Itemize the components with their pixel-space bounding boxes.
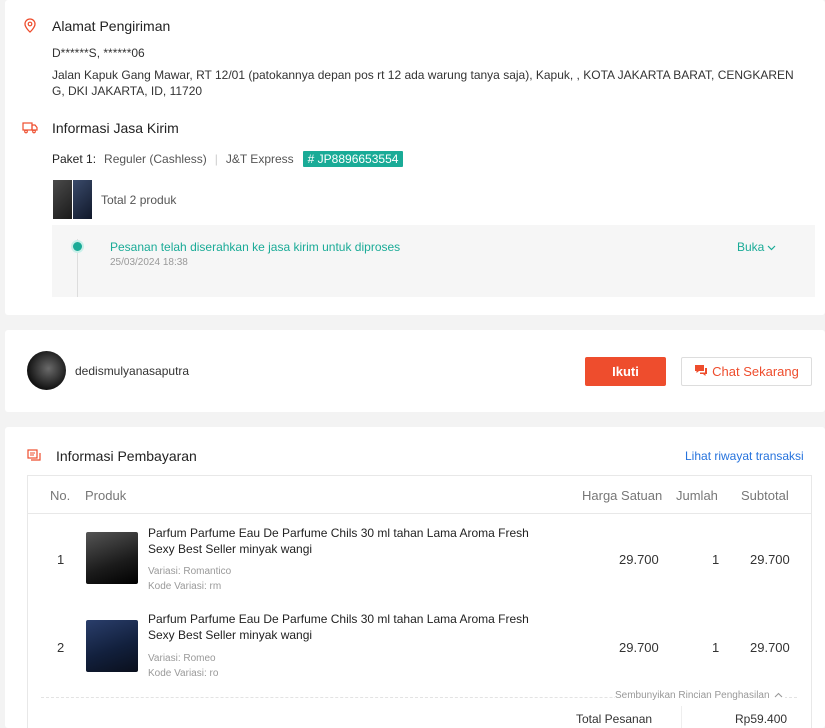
col-qty: Jumlah xyxy=(676,488,718,503)
product-image[interactable] xyxy=(86,532,138,584)
product-variation: Variasi: Romeo xyxy=(148,653,216,664)
shipping-card: Alamat Pengiriman D******S, ******06 Jal… xyxy=(5,0,825,315)
product-image[interactable] xyxy=(86,620,138,672)
shipping-service: Reguler (Cashless) xyxy=(104,152,207,166)
hide-income-details-toggle[interactable]: Sembunyikan Rincian Penghasilan xyxy=(615,690,785,701)
col-no: No. xyxy=(50,488,71,503)
buyer-card: dedismulyanasaputra Ikuti Chat Sekarang xyxy=(5,330,825,412)
buyer-username[interactable]: dedismulyanasaputra xyxy=(75,364,189,378)
separator: | xyxy=(214,152,218,166)
product-name-line-2: Sexy Best Seller minyak wangi xyxy=(148,542,313,556)
product-variation-code: Kode Variasi: ro xyxy=(148,668,219,679)
payment-icon xyxy=(27,449,41,461)
subtotal: 29.700 xyxy=(750,552,790,567)
avatar[interactable] xyxy=(27,351,66,390)
location-pin-icon xyxy=(24,18,36,33)
table-header: No. Produk Harga Satuan Jumlah Subtotal xyxy=(28,476,811,514)
product-variation: Variasi: Romantico xyxy=(148,566,232,577)
total-order-label: Total Pesanan xyxy=(576,712,653,726)
product-thumb-2 xyxy=(73,180,92,219)
shipping-info-title: Informasi Jasa Kirim xyxy=(52,120,179,136)
truck-icon xyxy=(22,121,38,134)
courier-name: J&T Express xyxy=(225,152,294,166)
row-no: 1 xyxy=(57,552,65,567)
table-row: 2 Parfum Parfume Eau De Parfume Chils 30… xyxy=(28,607,811,695)
col-unit-price: Harga Satuan xyxy=(582,488,663,503)
total-order-value: Rp59.400 xyxy=(735,712,788,726)
address-line-1: Jalan Kapuk Gang Mawar, RT 12/01 (patoka… xyxy=(52,68,794,82)
expand-label: Buka xyxy=(737,240,765,254)
recipient-text: D******S, ******06 xyxy=(52,46,145,60)
unit-price: 29.700 xyxy=(619,640,659,655)
quantity: 1 xyxy=(712,640,720,655)
tracking-time: 25/03/2024 18:38 xyxy=(110,257,188,268)
payment-title: Informasi Pembayaran xyxy=(56,448,197,464)
tracking-status: Pesanan telah diserahkan ke jasa kirim u… xyxy=(110,240,401,254)
package-label: Paket 1: xyxy=(52,152,97,166)
chat-label: Chat Sekarang xyxy=(712,364,799,379)
product-name[interactable]: Parfum Parfume Eau De Parfume Chils 30 m… xyxy=(148,611,529,643)
payment-card: Informasi Pembayaran Lihat riwayat trans… xyxy=(5,427,825,728)
col-product: Produk xyxy=(85,488,127,503)
table-row: 1 Parfum Parfume Eau De Parfume Chils 30… xyxy=(28,519,811,607)
product-name[interactable]: Parfum Parfume Eau De Parfume Chils 30 m… xyxy=(148,525,529,557)
unit-price: 29.700 xyxy=(619,552,659,567)
subtotal: 29.700 xyxy=(750,640,790,655)
chevron-down-icon xyxy=(767,240,776,254)
total-products: Total 2 produk xyxy=(101,193,177,207)
product-thumb-1 xyxy=(53,180,72,219)
follow-button[interactable]: Ikuti xyxy=(585,357,666,386)
quantity: 1 xyxy=(712,552,720,567)
payment-table: No. Produk Harga Satuan Jumlah Subtotal … xyxy=(27,475,812,728)
chat-now-button[interactable]: Chat Sekarang xyxy=(681,357,812,386)
chevron-up-icon xyxy=(774,690,783,701)
col-subtotal: Subtotal xyxy=(741,488,789,503)
shipping-address-title: Alamat Pengiriman xyxy=(52,18,171,34)
product-name-line-1: Parfum Parfume Eau De Parfume Chils 30 m… xyxy=(148,612,529,626)
product-name-line-1: Parfum Parfume Eau De Parfume Chils 30 m… xyxy=(148,526,529,540)
expand-tracking-button[interactable]: Buka xyxy=(737,240,776,254)
hide-details-label: Sembunyikan Rincian Penghasilan xyxy=(615,690,770,701)
product-name-line-2: Sexy Best Seller minyak wangi xyxy=(148,628,313,642)
transaction-history-link[interactable]: Lihat riwayat transaksi xyxy=(685,449,804,463)
package-row: Paket 1: Reguler (Cashless) | J&T Expres… xyxy=(52,151,404,167)
total-divider xyxy=(681,706,682,728)
address-line-2: G, DKI JAKARTA, ID, 11720 xyxy=(52,84,203,98)
tracking-number-badge[interactable]: # JP8896653554 xyxy=(302,151,404,167)
row-no: 2 xyxy=(57,640,65,655)
chat-icon xyxy=(694,364,708,380)
tracking-timeline: Pesanan telah diserahkan ke jasa kirim u… xyxy=(52,225,815,297)
product-variation-code: Kode Variasi: rm xyxy=(148,581,222,592)
timeline-dot-icon xyxy=(71,240,84,253)
